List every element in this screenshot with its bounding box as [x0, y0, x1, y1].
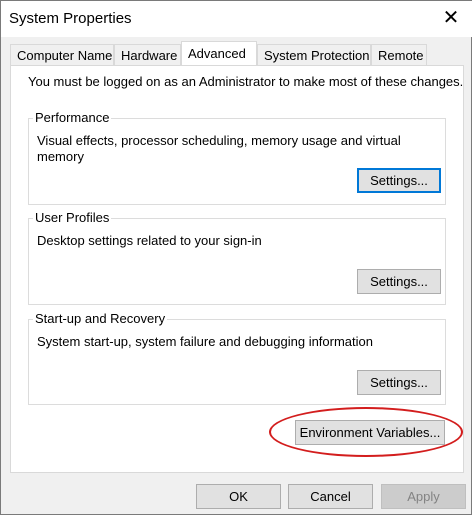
title-bar: System Properties ✕: [1, 1, 473, 37]
admin-note: You must be logged on as an Administrato…: [28, 74, 464, 89]
tab-computer-name[interactable]: Computer Name: [10, 44, 114, 65]
tab-hardware[interactable]: Hardware: [114, 44, 181, 65]
performance-settings-button[interactable]: Settings...: [357, 168, 441, 193]
user-profiles-settings-button[interactable]: Settings...: [357, 269, 441, 294]
tab-system-protection[interactable]: System Protection: [257, 44, 371, 65]
startup-recovery-settings-button[interactable]: Settings...: [357, 370, 441, 395]
system-properties-dialog: System Properties ✕ Computer Name Hardwa…: [0, 0, 473, 515]
close-icon[interactable]: ✕: [441, 7, 461, 29]
user-profiles-description: Desktop settings related to your sign-in: [37, 233, 262, 248]
advanced-tab-panel: You must be logged on as an Administrato…: [10, 65, 464, 473]
user-profiles-label: User Profiles: [33, 210, 112, 225]
environment-variables-button[interactable]: Environment Variables...: [295, 420, 445, 445]
apply-button: Apply: [381, 484, 466, 509]
cancel-button[interactable]: Cancel: [288, 484, 373, 509]
window-title: System Properties: [9, 10, 132, 27]
startup-recovery-description: System start-up, system failure and debu…: [37, 334, 374, 349]
startup-recovery-group: Start-up and Recovery System start-up, s…: [28, 311, 446, 405]
ok-button[interactable]: OK: [196, 484, 281, 509]
performance-label: Performance: [33, 110, 112, 125]
tab-advanced[interactable]: Advanced: [181, 41, 257, 66]
tab-remote[interactable]: Remote: [371, 44, 427, 65]
performance-description: Visual effects, processor scheduling, me…: [37, 133, 401, 164]
performance-group: Performance Visual effects, processor sc…: [28, 110, 446, 205]
user-profiles-group: User Profiles Desktop settings related t…: [28, 210, 446, 305]
startup-recovery-label: Start-up and Recovery: [33, 311, 168, 326]
